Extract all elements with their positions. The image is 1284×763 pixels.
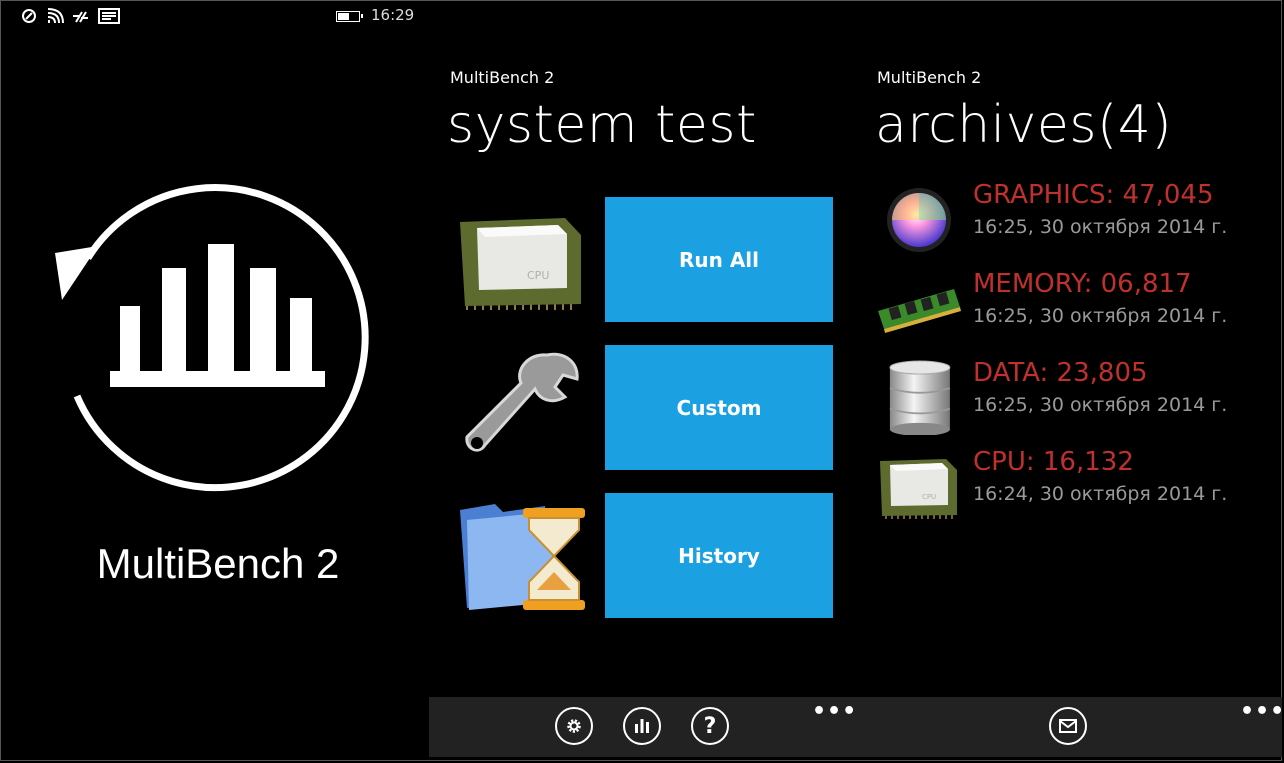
archive-item-graphics[interactable]: GRAPHICS: 47,045 16:25, 30 октября 2014 …	[876, 180, 1256, 262]
run-all-tile[interactable]: Run All	[605, 197, 833, 322]
more-button-left[interactable]: •••	[812, 699, 857, 724]
archive-title: CPU: 16,132	[973, 447, 1134, 477]
database-icon	[889, 360, 951, 435]
battery-icon	[336, 11, 363, 22]
system-app-label: MultiBench 2	[450, 68, 555, 87]
archive-item-data[interactable]: DATA: 23,805 16:25, 30 октября 2014 г.	[876, 358, 1256, 440]
notification-icon	[98, 8, 120, 24]
system-test-title: system test	[447, 95, 757, 155]
status-bar: 16:29	[0, 0, 430, 34]
cpu-chip-label: CPU	[922, 493, 936, 501]
wrench-icon	[465, 352, 579, 452]
app-bar: ? ••• •••	[429, 697, 1284, 757]
statistics-button[interactable]	[623, 707, 661, 745]
cpu-chip-label: CPU	[527, 269, 549, 282]
status-time: 16:29	[371, 6, 415, 24]
history-tile[interactable]: History	[605, 493, 833, 618]
more-button-right[interactable]: •••	[1240, 699, 1284, 724]
help-button[interactable]: ?	[691, 707, 729, 745]
mail-icon	[1059, 719, 1077, 733]
signal-icon	[47, 8, 64, 24]
archives-title: archives(4)	[875, 95, 1173, 155]
cpu-chip-icon: CPU	[880, 459, 957, 519]
battery-level	[338, 13, 350, 20]
archive-title: MEMORY: 06,817	[973, 269, 1192, 299]
archives-app-label: MultiBench 2	[877, 68, 982, 87]
sim-icon	[22, 9, 36, 23]
archive-timestamp: 16:25, 30 октября 2014 г.	[973, 305, 1228, 327]
question-icon: ?	[703, 713, 717, 739]
archive-title: GRAPHICS: 47,045	[973, 180, 1214, 210]
archive-timestamp: 16:24, 30 октября 2014 г.	[973, 483, 1228, 505]
archive-timestamp: 16:25, 30 октября 2014 г.	[973, 394, 1228, 416]
folder-hourglass-icon	[460, 504, 585, 610]
archive-item-memory[interactable]: MEMORY: 06,817 16:25, 30 октября 2014 г.	[876, 269, 1256, 351]
data-connection-icon	[73, 11, 88, 23]
archive-item-cpu[interactable]: CPU CPU: 16,132 16:24, 30 октября 2014 г…	[876, 447, 1256, 529]
bar-chart-icon	[635, 719, 649, 733]
app-logo-icon	[55, 184, 369, 492]
feedback-button[interactable]	[1049, 707, 1087, 745]
archive-title: DATA: 23,805	[973, 358, 1148, 388]
settings-button[interactable]	[555, 707, 593, 745]
cpu-chip-icon: CPU	[460, 218, 581, 310]
archive-timestamp: 16:25, 30 октября 2014 г.	[973, 216, 1228, 238]
memory-module-icon	[878, 289, 961, 333]
splash-title: MultiBench 2	[96, 540, 340, 587]
gear-icon	[567, 719, 581, 733]
color-sphere-icon	[887, 188, 951, 252]
custom-tile[interactable]: Custom	[605, 345, 833, 470]
